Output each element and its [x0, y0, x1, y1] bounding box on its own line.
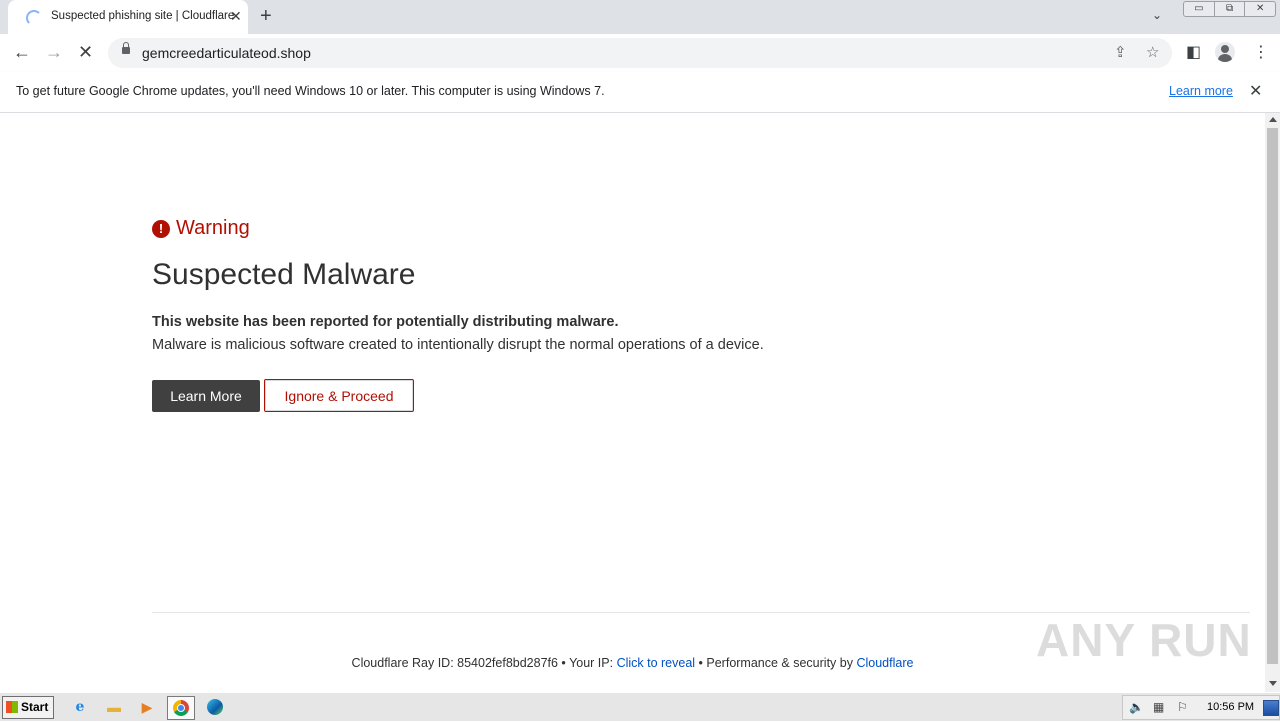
forward-arrow-icon[interactable]: →	[45, 42, 63, 62]
infobar-learn-more-link[interactable]: Learn more	[1169, 84, 1233, 98]
footer: Cloudflare Ray ID: 85402fef8bd287f6 • Yo…	[152, 656, 1113, 670]
ray-id-value: 85402fef8bd287f6	[457, 656, 558, 670]
footer-separator: •	[695, 656, 707, 670]
reveal-ip-link[interactable]: Click to reveal	[617, 656, 696, 670]
side-panel-icon[interactable]: ◧	[1186, 42, 1201, 62]
profile-avatar-icon[interactable]	[1215, 42, 1235, 62]
browser-toolbar: ← → ✕ gemcreedarticulateod.shop ⇪ ☆ ◧ ⋮	[0, 34, 1280, 73]
taskbar-chrome-button[interactable]	[167, 696, 195, 720]
performance-label: Performance & security by	[706, 656, 857, 670]
start-button[interactable]: Start	[2, 696, 54, 719]
warning-heading: ! Warning	[152, 217, 250, 240]
cloudflare-link[interactable]: Cloudflare	[856, 656, 913, 670]
lead-text: This website has been reported for poten…	[152, 314, 619, 330]
url-text[interactable]: gemcreedarticulateod.shop	[142, 45, 311, 61]
ignore-proceed-button[interactable]: Ignore & Proceed	[264, 379, 414, 412]
tab-title: Suspected phishing site | Cloudflare	[51, 10, 235, 22]
scroll-up-arrow-icon[interactable]	[1269, 117, 1277, 122]
restore-button[interactable]: ⧉	[1213, 1, 1246, 17]
warning-exclamation-icon: !	[152, 219, 170, 238]
media-player-icon[interactable]: ▶	[136, 696, 158, 718]
tab-close-icon[interactable]: ✕	[230, 8, 242, 24]
windows-logo-icon	[6, 701, 18, 713]
volume-icon[interactable]: 🔈	[1129, 700, 1144, 714]
infobar-message: To get future Google Chrome updates, you…	[16, 84, 605, 98]
system-tray: 🔈 ▦ ⚐ 10:56 PM	[1122, 695, 1280, 720]
lock-icon[interactable]	[122, 42, 130, 54]
bookmark-star-icon[interactable]: ☆	[1146, 43, 1159, 61]
vertical-scrollbar[interactable]	[1265, 113, 1280, 692]
update-infobar: To get future Google Chrome updates, you…	[0, 72, 1280, 113]
internet-explorer-icon[interactable]: e	[69, 696, 91, 718]
back-arrow-icon[interactable]: ←	[13, 42, 31, 62]
browser-tab[interactable]: Suspected phishing site | Cloudflare ✕	[8, 0, 248, 34]
tab-search-chevron-icon[interactable]: ⌄	[1152, 8, 1162, 22]
clock[interactable]: 10:56 PM	[1207, 701, 1254, 713]
stop-loading-icon[interactable]: ✕	[78, 42, 93, 62]
network-icon[interactable]: ▦	[1153, 700, 1164, 714]
page-title: Suspected Malware	[152, 258, 416, 291]
action-center-flag-icon[interactable]: ⚐	[1177, 700, 1188, 714]
ray-id-label: Cloudflare Ray ID:	[351, 656, 458, 670]
menu-kebab-icon[interactable]: ⋮	[1253, 42, 1269, 62]
ip-label: Your IP:	[569, 656, 617, 670]
anyrun-watermark: ANY RUN	[1036, 614, 1252, 666]
footer-separator: •	[557, 656, 570, 670]
windows-taskbar: Start e ▬ ▶ 🔈 ▦ ⚐ 10:56 PM	[0, 692, 1280, 721]
edge-icon	[207, 699, 223, 715]
show-desktop-button[interactable]	[1263, 700, 1279, 716]
page-content: ! Warning Suspected Malware This website…	[0, 113, 1265, 692]
file-explorer-icon[interactable]: ▬	[103, 696, 125, 718]
address-bar[interactable]: gemcreedarticulateod.shop ⇪ ☆	[108, 38, 1172, 68]
infobar-close-icon[interactable]: ✕	[1249, 81, 1262, 101]
new-tab-button[interactable]: +	[260, 5, 272, 27]
tab-strip: Suspected phishing site | Cloudflare ✕ +…	[0, 0, 1280, 34]
taskbar-edge-button[interactable]	[204, 696, 226, 718]
scrollbar-thumb[interactable]	[1267, 128, 1278, 664]
description-text: Malware is malicious software created to…	[152, 337, 764, 353]
window-controls: ▭ ⧉ ✕	[1183, 1, 1277, 17]
scroll-down-arrow-icon[interactable]	[1269, 681, 1277, 686]
loading-spinner-icon	[26, 10, 42, 26]
warning-label: Warning	[176, 217, 250, 239]
share-icon[interactable]: ⇪	[1114, 43, 1127, 61]
close-window-button[interactable]: ✕	[1244, 1, 1277, 17]
minimize-button[interactable]: ▭	[1183, 1, 1215, 17]
start-label: Start	[21, 700, 49, 714]
chrome-icon	[173, 700, 189, 716]
learn-more-button[interactable]: Learn More	[152, 380, 260, 412]
